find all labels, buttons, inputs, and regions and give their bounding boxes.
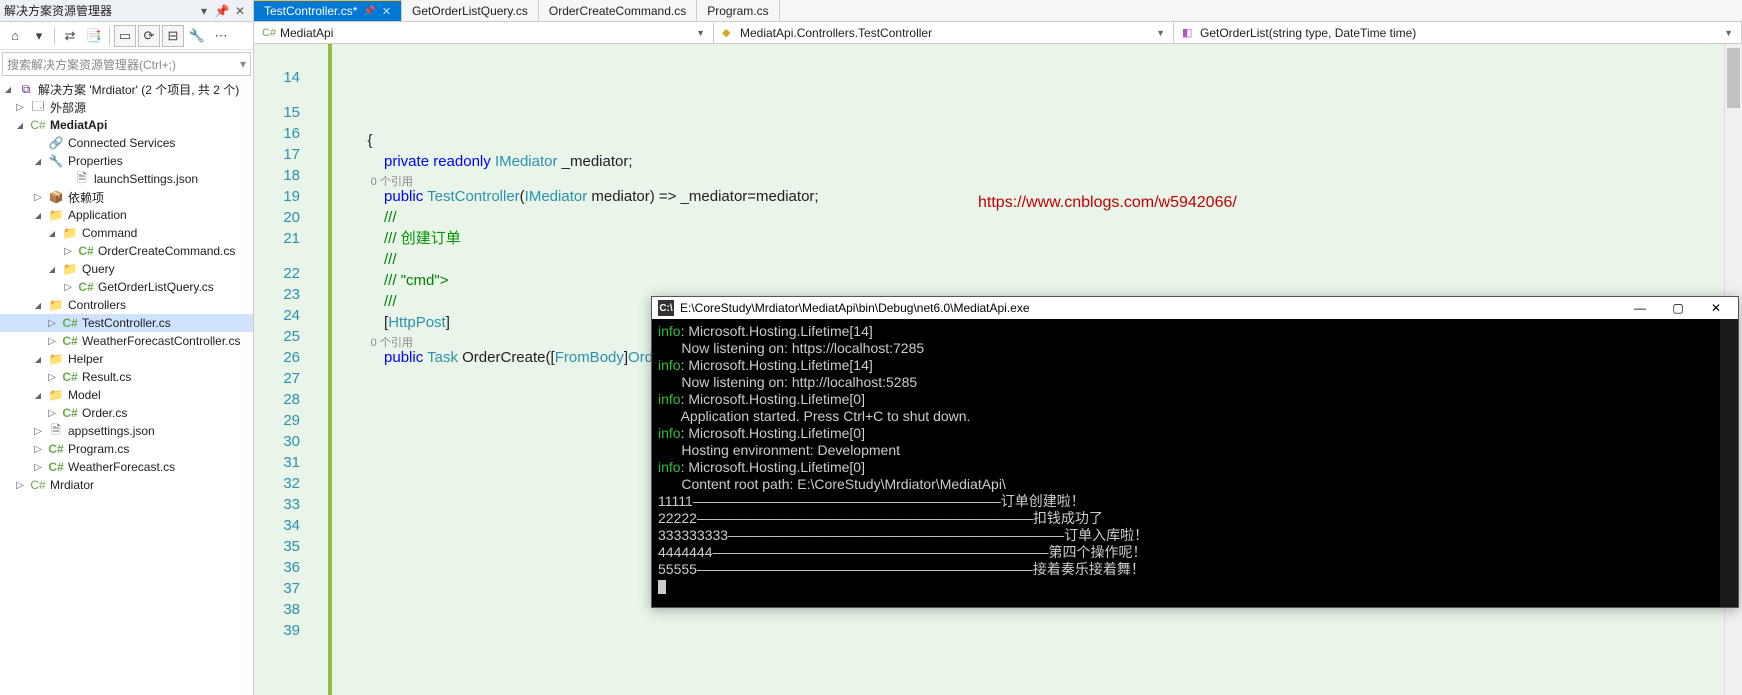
dropdown-icon[interactable]: ▾	[195, 4, 213, 18]
weatherforecast-file[interactable]: C#WeatherForecast.cs	[0, 458, 253, 476]
class-icon: ◆	[722, 26, 736, 39]
mediatapi-project[interactable]: C#MediatApi	[0, 116, 253, 134]
solution-icon: ⧉	[18, 82, 34, 97]
tree-config-icon[interactable]: ⇄	[59, 25, 81, 47]
cs-icon: C#	[62, 370, 78, 384]
console-icon: C:\	[658, 300, 674, 316]
cs-icon: C#	[48, 442, 64, 456]
helper-folder[interactable]: 📁Helper	[0, 350, 253, 368]
refresh-icon[interactable]: ⟳	[138, 25, 160, 47]
panel-toolbar: ⌂ ▾ ⇄ 📑 ▭ ⟳ ⊟ 🔧 ⋯	[0, 22, 253, 50]
crumb-method[interactable]: ◧GetOrderList(string type, DateTime time…	[1174, 22, 1742, 43]
search-input[interactable]: 搜索解决方案资源管理器(Ctrl+;) ▾	[2, 52, 251, 76]
console-title-bar[interactable]: C:\ E:\CoreStudy\Mrdiator\MediatApi\bin\…	[652, 297, 1738, 319]
home-icon[interactable]: ⌂	[4, 25, 26, 47]
project-icon: C#	[262, 27, 276, 39]
application-folder[interactable]: 📁Application	[0, 206, 253, 224]
tab-bar: TestController.cs*📌✕ GetOrderListQuery.c…	[254, 0, 1742, 22]
external-sources-node[interactable]: 🗔外部源	[0, 98, 253, 116]
folder-icon: 📁	[62, 226, 78, 240]
launchsettings-file[interactable]: 🗎launchSettings.json	[0, 170, 253, 188]
cs-icon: C#	[78, 280, 94, 294]
solution-explorer: 解决方案资源管理器 ▾ 📌 ✕ ⌂ ▾ ⇄ 📑 ▭ ⟳ ⊟ 🔧 ⋯ 搜索解决方案…	[0, 0, 254, 695]
close-icon[interactable]: ✕	[231, 4, 249, 18]
cs-icon: C#	[62, 334, 78, 348]
controllers-folder[interactable]: 📁Controllers	[0, 296, 253, 314]
console-title: E:\CoreStudy\Mrdiator\MediatApi\bin\Debu…	[680, 301, 1618, 315]
json-icon: 🗎	[74, 169, 90, 190]
connected-icon: 🔗	[48, 136, 64, 150]
project-icon: C#	[30, 478, 46, 492]
close-icon[interactable]: ✕	[382, 5, 391, 18]
editor-area: TestController.cs*📌✕ GetOrderListQuery.c…	[254, 0, 1742, 695]
json-icon: 🗎	[48, 421, 64, 442]
folder-icon: 📁	[48, 388, 64, 402]
folder-icon: 📁	[48, 352, 64, 366]
panel-title: 解决方案资源管理器	[4, 2, 195, 19]
search-clear-icon[interactable]: ▾	[240, 57, 246, 71]
project-icon: C#	[30, 118, 46, 132]
query-folder[interactable]: 📁Query	[0, 260, 253, 278]
show-all-icon[interactable]: ▭	[114, 25, 136, 47]
properties-node[interactable]: 🔧Properties	[0, 152, 253, 170]
testcontroller-file[interactable]: C#TestController.cs	[0, 314, 253, 332]
folder-icon: 📁	[48, 298, 64, 312]
tree: ⧉ 解决方案 'Mrdiator' (2 个项目, 共 2 个) 🗔外部源 C#M…	[0, 78, 253, 695]
solution-label: 解决方案 'Mrdiator' (2 个项目, 共 2 个)	[38, 81, 239, 98]
sync-icon[interactable]: 📑	[83, 25, 105, 47]
maximize-icon[interactable]: ▢	[1662, 301, 1694, 315]
result-file[interactable]: C#Result.cs	[0, 368, 253, 386]
tab-testcontroller[interactable]: TestController.cs*📌✕	[254, 0, 402, 21]
code-markers	[310, 44, 328, 695]
more-icon[interactable]: ⋯	[210, 25, 232, 47]
method-icon: ◧	[1182, 26, 1196, 39]
getorderlistquery-file[interactable]: C#GetOrderListQuery.cs	[0, 278, 253, 296]
chevron-down-icon[interactable]: ▼	[1156, 28, 1165, 38]
folder-icon: 📁	[62, 262, 78, 276]
connected-services-node[interactable]: 🔗Connected Services	[0, 134, 253, 152]
properties-icon[interactable]: 🔧	[186, 25, 208, 47]
console-scrollbar[interactable]	[1720, 319, 1738, 607]
dependencies-node[interactable]: 📦依赖项	[0, 188, 253, 206]
panel-title-bar: 解决方案资源管理器 ▾ 📌 ✕	[0, 0, 253, 22]
cs-icon: C#	[48, 460, 64, 474]
weatherforecastcontroller-file[interactable]: C#WeatherForecastController.cs	[0, 332, 253, 350]
program-file[interactable]: C#Program.cs	[0, 440, 253, 458]
pin-icon[interactable]: 📌	[363, 6, 375, 17]
search-placeholder: 搜索解决方案资源管理器(Ctrl+;)	[7, 56, 240, 73]
tab-getorderlistquery[interactable]: GetOrderListQuery.cs	[402, 0, 539, 21]
model-folder[interactable]: 📁Model	[0, 386, 253, 404]
ordercreatecommand-file[interactable]: C#OrderCreateCommand.cs	[0, 242, 253, 260]
folder-icon: 📁	[48, 208, 64, 222]
breadcrumb: C#MediatApi▼ ◆MediatApi.Controllers.Test…	[254, 22, 1742, 44]
cs-icon: C#	[62, 316, 78, 330]
package-icon: 📦	[48, 190, 64, 204]
cs-icon: C#	[62, 406, 78, 420]
line-numbers: 1415161718192021222324252627282930313233…	[254, 44, 310, 695]
crumb-class[interactable]: ◆MediatApi.Controllers.TestController▼	[714, 22, 1174, 43]
close-icon[interactable]: ✕	[1700, 301, 1732, 315]
solution-node[interactable]: ⧉ 解决方案 'Mrdiator' (2 个项目, 共 2 个)	[0, 80, 253, 98]
command-folder[interactable]: 📁Command	[0, 224, 253, 242]
cs-icon: C#	[78, 244, 94, 258]
order-file[interactable]: C#Order.cs	[0, 404, 253, 422]
tab-ordercreatecommand[interactable]: OrderCreateCommand.cs	[539, 0, 697, 21]
external-icon: 🗔	[30, 97, 46, 118]
tab-program[interactable]: Program.cs	[697, 0, 779, 21]
collapse-icon[interactable]: ⊟	[162, 25, 184, 47]
chevron-down-icon[interactable]: ▼	[1724, 28, 1733, 38]
chevron-down-icon[interactable]: ▼	[696, 28, 705, 38]
console-window: C:\ E:\CoreStudy\Mrdiator\MediatApi\bin\…	[651, 296, 1739, 608]
mrdiator-project[interactable]: C#Mrdiator	[0, 476, 253, 494]
appsettings-file[interactable]: 🗎appsettings.json	[0, 422, 253, 440]
console-body[interactable]: info: Microsoft.Hosting.Lifetime[14] Now…	[652, 319, 1738, 607]
watermark-link[interactable]: https://www.cnblogs.com/w5942066/	[978, 192, 1237, 213]
pin-icon[interactable]: 📌	[213, 4, 231, 18]
crumb-project[interactable]: C#MediatApi▼	[254, 22, 714, 43]
toolbar-dropdown-icon[interactable]: ▾	[28, 25, 50, 47]
minimize-icon[interactable]: —	[1624, 301, 1656, 315]
wrench-icon: 🔧	[48, 154, 64, 168]
